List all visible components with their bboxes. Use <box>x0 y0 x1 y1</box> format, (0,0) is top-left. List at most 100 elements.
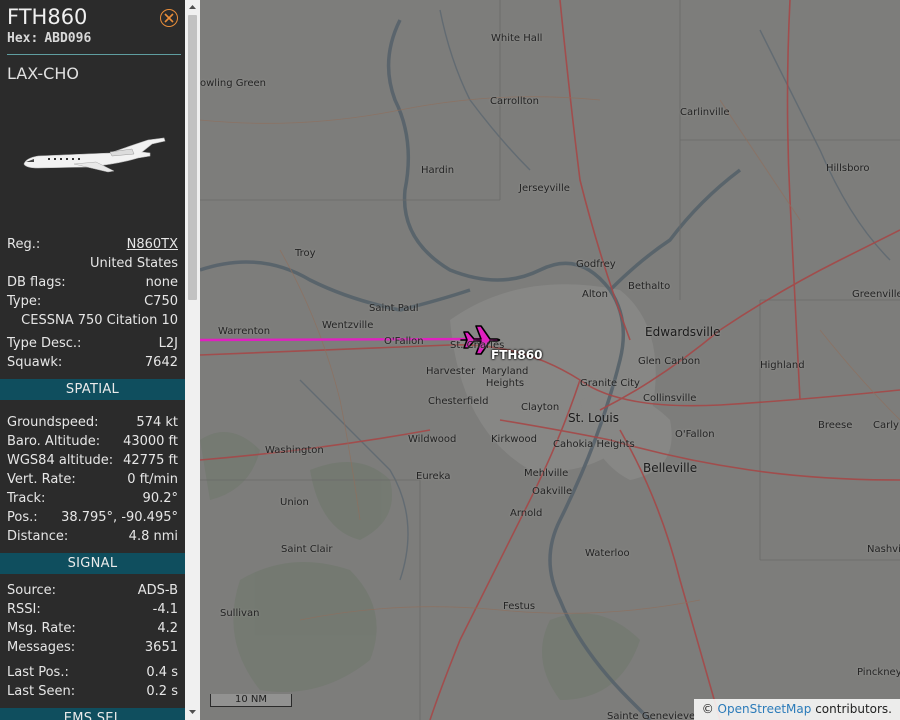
place-label: Union <box>280 497 309 508</box>
last-seen-label: Last Seen: <box>7 684 76 699</box>
groundspeed-row: Groundspeed: 574 kt <box>7 413 178 432</box>
squawk-row: Squawk: 7642 <box>7 353 178 372</box>
place-label: Chesterfield <box>428 396 489 407</box>
dbflags-row: DB flags: none <box>7 273 178 292</box>
distance-value: 4.8 nmi <box>128 529 178 544</box>
place-label: Eureka <box>416 471 451 482</box>
place-label: Festus <box>503 601 536 612</box>
place-label: Saint Clair <box>281 544 333 555</box>
place-label: Saint Paul <box>369 303 419 314</box>
spatial-section-header[interactable]: SPATIAL <box>0 379 185 400</box>
close-icon <box>164 13 174 23</box>
messages-row: Messages: 3651 <box>7 638 178 657</box>
place-label: Granite City <box>580 378 640 389</box>
vert-rate-value: 0 ft/min <box>127 472 178 487</box>
place-label: Kirkwood <box>491 434 538 445</box>
reg-row: Reg.: N860TX <box>7 235 178 254</box>
last-pos-row: Last Pos.: 0.4 s <box>7 663 178 682</box>
country: United States <box>89 256 178 271</box>
place-label: White Hall <box>491 33 543 44</box>
last-pos-value: 0.4 s <box>146 665 178 680</box>
distance-row: Distance: 4.8 nmi <box>7 527 178 546</box>
track-value: 90.2° <box>142 491 178 506</box>
place-label: Hardin <box>421 165 455 176</box>
aircraft-track-line <box>200 337 483 342</box>
typedesc-value: L2J <box>158 336 178 351</box>
wgs84-altitude-row: WGS84 altitude: 42775 ft <box>7 451 178 470</box>
place-label: Maryland Heights <box>482 366 529 389</box>
place-label: Wildwood <box>408 434 457 445</box>
attribution-suffix: contributors. <box>815 702 892 716</box>
place-label: Pinckney <box>857 667 900 678</box>
scrollbar-thumb[interactable] <box>188 15 197 300</box>
msg-rate-label: Msg. Rate: <box>7 621 76 636</box>
baro-altitude-value: 43000 ft <box>123 434 178 449</box>
msg-rate-value: 4.2 <box>157 621 178 636</box>
place-label: St. Louis <box>568 411 619 425</box>
place-label: Harvester <box>426 366 476 377</box>
map-view[interactable]: FTH860 White Hall owling Green Carrollto… <box>200 0 900 720</box>
place-label: Sullivan <box>220 608 260 619</box>
place-label: Breese <box>818 420 853 431</box>
type-row: Type: C750 <box>7 292 178 311</box>
last-seen-row: Last Seen: 0.2 s <box>7 682 178 701</box>
place-label: Oakville <box>532 486 573 497</box>
last-seen-value: 0.2 s <box>146 684 178 699</box>
place-label: Clayton <box>521 402 560 413</box>
last-pos-label: Last Pos.: <box>7 665 69 680</box>
place-label: Wentzville <box>322 320 374 331</box>
type-label: Type: <box>7 294 42 309</box>
place-label: owling Green <box>200 78 267 89</box>
aircraft-info-sidebar: FTH860 Hex: ABD096 LAX-CHO Reg.: N860TX Un… <box>0 0 200 720</box>
wgs84-altitude-label: WGS84 altitude: <box>7 453 114 468</box>
place-label: St. Charles <box>450 340 505 351</box>
place-label: Waterloo <box>585 548 630 559</box>
scroll-down-arrow-icon[interactable] <box>185 705 200 719</box>
place-label: Glen Carbon <box>638 356 701 367</box>
place-label: Carly <box>873 420 899 431</box>
reg-label: Reg.: <box>7 237 41 252</box>
hex-label: Hex: <box>7 31 39 46</box>
baro-altitude-label: Baro. Altitude: <box>7 434 101 449</box>
wgs84-altitude-value: 42775 ft <box>123 453 178 468</box>
vert-rate-label: Vert. Rate: <box>7 472 76 487</box>
place-label: Carlinville <box>680 107 730 118</box>
position-value: 38.795°, -90.495° <box>61 510 178 525</box>
place-label: O'Fallon <box>675 429 715 440</box>
hex-line: Hex: ABD096 <box>7 31 91 46</box>
source-row: Source: ADS-B <box>7 581 178 600</box>
ems-section-header[interactable]: EMS SEL <box>0 708 185 720</box>
place-label: Mehlville <box>524 468 569 479</box>
messages-label: Messages: <box>7 640 76 655</box>
sidebar-scrollbar[interactable] <box>185 0 200 720</box>
track-row: Track: 90.2° <box>7 489 178 508</box>
registration-link[interactable]: N860TX <box>127 237 178 252</box>
place-label: Jerseyville <box>519 183 570 194</box>
map-attribution: © OpenStreetMap contributors. <box>693 699 900 720</box>
place-label: Arnold <box>510 508 543 519</box>
close-button[interactable] <box>160 9 178 27</box>
place-label: Warrenton <box>218 326 271 337</box>
groundspeed-value: 574 kt <box>136 415 178 430</box>
rssi-label: RSSI: <box>7 602 41 617</box>
place-label: Greenville <box>852 289 900 300</box>
place-label: Carrollton <box>490 96 539 107</box>
place-label: Highland <box>760 360 805 371</box>
callsign-title: FTH860 <box>7 5 88 29</box>
openstreetmap-link[interactable]: OpenStreetMap <box>718 702 812 716</box>
place-label: O'Fallon <box>384 336 424 347</box>
baro-altitude-row: Baro. Altitude: 43000 ft <box>7 432 178 451</box>
copyright-symbol: © <box>701 702 714 716</box>
sidebar-content: FTH860 Hex: ABD096 LAX-CHO Reg.: N860TX Un… <box>0 0 185 720</box>
msg-rate-row: Msg. Rate: 4.2 <box>7 619 178 638</box>
type-value: C750 <box>144 294 178 309</box>
scroll-up-arrow-icon[interactable] <box>185 0 200 14</box>
place-label: Edwardsville <box>645 325 721 339</box>
route: LAX-CHO <box>7 64 79 83</box>
place-label: Collinsville <box>643 393 697 404</box>
distance-label: Distance: <box>7 529 69 544</box>
place-label: Alton <box>582 289 608 300</box>
place-label: Washington <box>265 445 324 456</box>
signal-section-header[interactable]: SIGNAL <box>0 553 185 574</box>
header-divider <box>7 54 181 55</box>
